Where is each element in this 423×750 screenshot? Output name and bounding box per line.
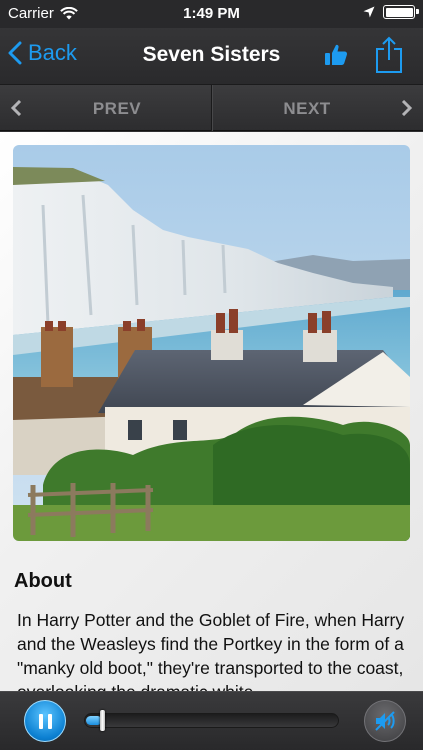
share-icon [376,36,402,73]
chevron-right-icon [401,100,413,116]
pause-icon [38,713,43,729]
status-right-group [363,5,419,19]
audio-player-bar [0,691,423,750]
next-button[interactable]: NEXT [212,85,423,131]
content-area[interactable]: About In Harry Potter and the Goblet of … [0,132,423,691]
speaker-muted-icon [375,711,395,731]
like-button[interactable] [323,42,349,73]
prev-button[interactable]: PREV [0,85,211,131]
navigation-bar: Back Seven Sisters [0,28,423,84]
prev-label: PREV [92,99,142,118]
pause-button[interactable] [24,700,66,742]
thumbs-up-icon [325,44,348,65]
prev-next-bar: PREV NEXT [0,84,423,131]
page-title: Seven Sisters [142,43,281,66]
status-bar: Carrier 1:49 PM [0,0,423,28]
back-button[interactable]: Back [8,40,77,66]
audio-progress-slider[interactable] [84,710,339,731]
about-text: In Harry Potter and the Goblet of Fire, … [17,610,405,691]
mute-button[interactable] [364,700,406,742]
battery-icon [383,5,419,19]
share-button[interactable] [374,36,404,79]
pause-icon-bar [47,713,52,729]
chevron-left-icon [8,41,22,65]
back-label: Back [28,40,77,65]
location-arrow-icon [363,6,375,18]
about-heading: About [14,570,72,592]
location-photo [13,145,410,541]
next-label: NEXT [283,99,331,118]
status-time: 1:49 PM [183,5,240,22]
progress-thumb[interactable] [100,710,106,731]
battery-fill [385,7,413,17]
